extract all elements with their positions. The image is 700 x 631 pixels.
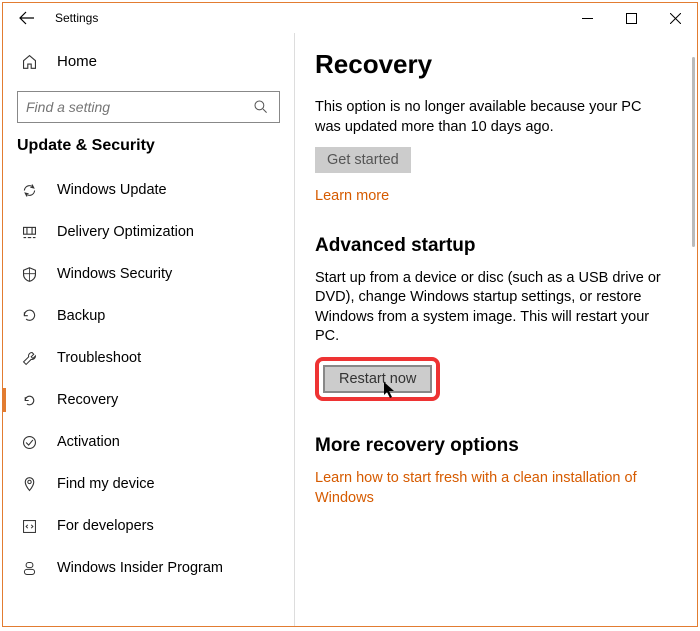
insider-icon bbox=[21, 560, 41, 577]
advanced-startup-description: Start up from a device or disc (such as … bbox=[315, 269, 665, 347]
window-controls bbox=[565, 4, 697, 32]
sidebar-item-backup[interactable]: Backup bbox=[3, 295, 294, 337]
check-circle-icon bbox=[21, 434, 41, 451]
minimize-button[interactable] bbox=[565, 4, 609, 32]
more-recovery-heading: More recovery options bbox=[315, 435, 689, 457]
advanced-startup-heading: Advanced startup bbox=[315, 235, 689, 257]
shield-icon bbox=[21, 266, 41, 283]
home-icon bbox=[21, 53, 41, 70]
sidebar-item-home[interactable]: Home bbox=[3, 43, 294, 79]
location-icon bbox=[21, 476, 41, 493]
sidebar-item-recovery[interactable]: Recovery bbox=[3, 379, 294, 421]
learn-more-link[interactable]: Learn more bbox=[315, 187, 675, 207]
sidebar-item-label: For developers bbox=[57, 518, 154, 534]
sidebar-item-windows-insider[interactable]: Windows Insider Program bbox=[3, 547, 294, 589]
backup-icon bbox=[21, 308, 41, 325]
sync-icon bbox=[21, 182, 41, 199]
sidebar-item-activation[interactable]: Activation bbox=[3, 421, 294, 463]
fresh-install-link[interactable]: Learn how to start fresh with a clean in… bbox=[315, 469, 675, 508]
settings-window: Settings Home bbox=[2, 2, 698, 627]
sidebar-item-label: Windows Insider Program bbox=[57, 560, 223, 576]
sidebar-nav: Windows Update Delivery Optimization Win… bbox=[3, 169, 294, 589]
sidebar-item-label: Windows Update bbox=[57, 182, 167, 198]
search-input[interactable] bbox=[26, 99, 253, 115]
window-title: Settings bbox=[55, 11, 98, 25]
reset-description: This option is no longer available becau… bbox=[315, 98, 665, 137]
scrollbar-thumb[interactable] bbox=[692, 57, 695, 247]
close-button[interactable] bbox=[653, 4, 697, 32]
search-input-container[interactable] bbox=[17, 91, 280, 123]
delivery-icon bbox=[21, 224, 41, 241]
sidebar-item-label: Recovery bbox=[57, 392, 118, 408]
search-icon bbox=[253, 99, 271, 115]
sidebar-section-title: Update & Security bbox=[3, 137, 294, 155]
titlebar: Settings bbox=[3, 3, 697, 33]
restart-now-button[interactable]: Restart now bbox=[323, 365, 432, 393]
sidebar-item-label: Find my device bbox=[57, 476, 155, 492]
sidebar-item-windows-update[interactable]: Windows Update bbox=[3, 169, 294, 211]
sidebar-item-label: Troubleshoot bbox=[57, 350, 141, 366]
get-started-button: Get started bbox=[315, 147, 411, 173]
sidebar-item-label: Activation bbox=[57, 434, 120, 450]
sidebar-item-for-developers[interactable]: For developers bbox=[3, 505, 294, 547]
sidebar-item-label: Windows Security bbox=[57, 266, 172, 282]
content-pane: Recovery This option is no longer availa… bbox=[295, 33, 697, 626]
recovery-icon bbox=[21, 392, 41, 409]
wrench-icon bbox=[21, 350, 41, 367]
sidebar-item-find-my-device[interactable]: Find my device bbox=[3, 463, 294, 505]
home-label: Home bbox=[57, 53, 97, 70]
sidebar-item-label: Delivery Optimization bbox=[57, 224, 194, 240]
back-button[interactable] bbox=[13, 4, 41, 32]
sidebar-item-delivery-optimization[interactable]: Delivery Optimization bbox=[3, 211, 294, 253]
sidebar-item-windows-security[interactable]: Windows Security bbox=[3, 253, 294, 295]
cursor-icon bbox=[383, 381, 397, 399]
sidebar-item-troubleshoot[interactable]: Troubleshoot bbox=[3, 337, 294, 379]
sidebar-item-label: Backup bbox=[57, 308, 105, 324]
code-icon bbox=[21, 518, 41, 535]
maximize-button[interactable] bbox=[609, 4, 653, 32]
window-body: Home Update & Security Windows Update De… bbox=[3, 33, 697, 626]
highlight-callout: Restart now bbox=[315, 357, 440, 401]
sidebar: Home Update & Security Windows Update De… bbox=[3, 33, 295, 626]
page-title: Recovery bbox=[315, 49, 689, 80]
